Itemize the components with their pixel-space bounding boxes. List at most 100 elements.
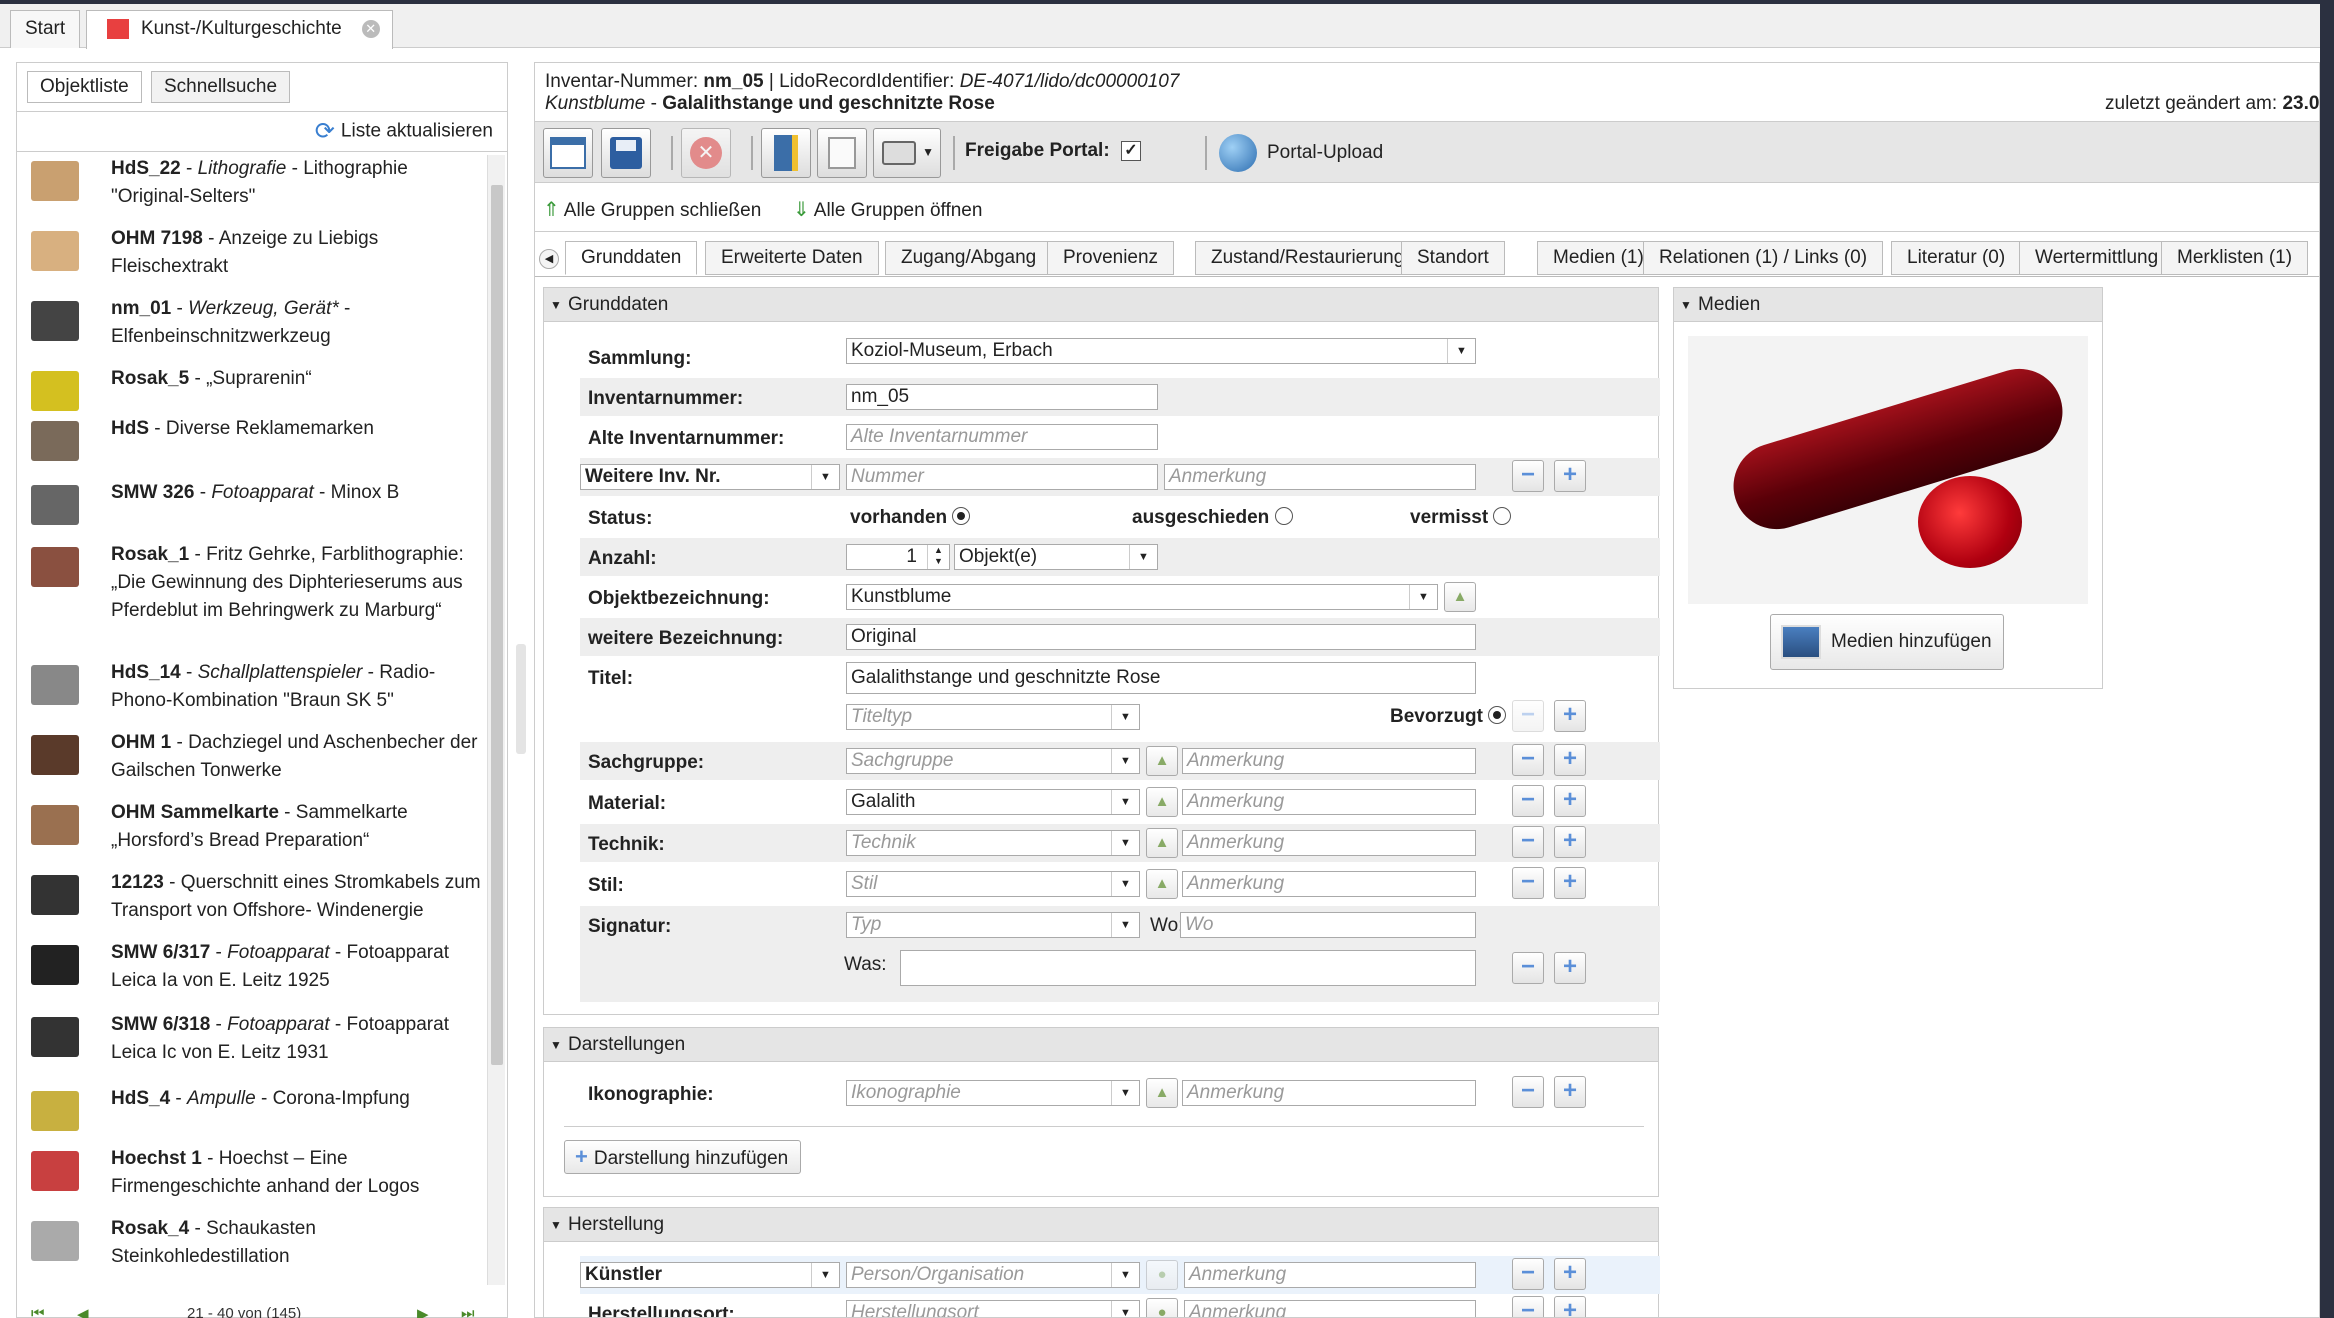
status-vorhanden-radio[interactable] xyxy=(952,506,971,525)
last-page-icon[interactable]: ⏭ xyxy=(461,1305,475,1318)
add-row-button[interactable]: + xyxy=(1554,826,1586,858)
material-anmerkung-input[interactable]: Anmerkung xyxy=(1182,789,1476,815)
person-select[interactable]: Person/Organisation ▼ xyxy=(846,1262,1140,1288)
add-row-button[interactable]: + xyxy=(1554,952,1586,984)
print-button[interactable]: ▼ xyxy=(873,128,941,178)
content-tab[interactable]: Wertermittlung xyxy=(2019,241,2175,275)
open-all-groups-button[interactable]: ⇓ Alle Gruppen öffnen xyxy=(793,197,982,222)
thesaurus-icon[interactable]: ▲ xyxy=(1444,582,1476,612)
next-page-icon[interactable]: ▶ xyxy=(417,1305,429,1318)
status-ausgeschieden-radio[interactable] xyxy=(1274,506,1293,525)
grunddaten-header[interactable]: Grunddaten xyxy=(544,288,1658,322)
delete-button[interactable]: ✕ xyxy=(681,128,731,178)
save-button[interactable] xyxy=(601,128,651,178)
inventarnummer-input[interactable]: nm_05 xyxy=(846,384,1158,410)
status-vorhanden[interactable]: vorhanden xyxy=(850,506,971,529)
titel-input[interactable]: Galalithstange und geschnitzte Rose xyxy=(846,662,1476,694)
add-row-button[interactable]: + xyxy=(1554,1258,1586,1290)
media-thumbnail[interactable] xyxy=(1688,336,2088,604)
content-tab[interactable]: Erweiterte Daten xyxy=(705,241,879,275)
sachgruppe-select[interactable]: Sachgruppe ▼ xyxy=(846,748,1140,774)
refresh-list-button[interactable]: ⟳ Liste aktualisieren xyxy=(315,117,493,146)
content-tab[interactable]: Zustand/Restaurierung xyxy=(1195,241,1421,275)
copy-button[interactable] xyxy=(817,128,867,178)
alte-inv-input[interactable]: Alte Inventarnummer xyxy=(846,424,1158,450)
thesaurus-icon[interactable]: ▲ xyxy=(1146,746,1178,776)
content-tab[interactable]: Merklisten (1) xyxy=(2161,241,2309,275)
technik-select[interactable]: Technik ▼ xyxy=(846,830,1140,856)
remove-row-button[interactable]: − xyxy=(1512,1076,1544,1108)
add-row-button[interactable]: + xyxy=(1554,460,1586,492)
stepper-arrows-icon[interactable]: ▲ ▼ xyxy=(927,545,949,569)
weitere-inv-select[interactable]: Weitere Inv. Nr. ▼ xyxy=(580,464,840,490)
portal-upload-button[interactable]: Portal-Upload xyxy=(1219,130,1383,176)
remove-row-button[interactable]: − xyxy=(1512,460,1544,492)
titeltyp-select[interactable]: Titeltyp ▼ xyxy=(846,704,1140,730)
new-record-button[interactable] xyxy=(543,128,593,178)
prev-page-icon[interactable]: ◀ xyxy=(77,1305,89,1318)
close-all-groups-button[interactable]: ⇑ Alle Gruppen schließen xyxy=(543,197,761,222)
herstellung-header[interactable]: Herstellung xyxy=(544,1208,1658,1242)
add-row-button[interactable]: + xyxy=(1554,744,1586,776)
tab-start[interactable]: Start xyxy=(10,10,81,48)
content-tab[interactable]: Medien (1) xyxy=(1537,241,1660,275)
stil-anmerkung-input[interactable]: Anmerkung xyxy=(1182,871,1476,897)
remove-row-button[interactable]: − xyxy=(1512,1258,1544,1290)
first-page-icon[interactable]: ⏮ xyxy=(31,1305,45,1318)
remove-row-button[interactable]: − xyxy=(1512,952,1544,984)
add-row-button[interactable]: + xyxy=(1554,785,1586,817)
content-tab[interactable]: Grunddaten xyxy=(565,241,698,275)
objbez-select[interactable]: Kunstblume ▼ xyxy=(846,584,1438,610)
tab-objektliste[interactable]: Objektliste xyxy=(27,71,142,103)
thesaurus-icon[interactable]: ▲ xyxy=(1146,869,1178,899)
ikonographie-select[interactable]: Ikonographie ▼ xyxy=(846,1080,1140,1106)
thesaurus-icon[interactable]: ▲ xyxy=(1146,1078,1178,1108)
technik-anmerkung-input[interactable]: Anmerkung xyxy=(1182,830,1476,856)
add-media-button[interactable]: Medien hinzufügen xyxy=(1770,614,2004,670)
tab-scroll-left-icon[interactable]: ◀ xyxy=(539,249,559,269)
globe-icon[interactable]: ● xyxy=(1146,1298,1178,1317)
bevorzugt-radio[interactable] xyxy=(1488,705,1507,724)
ikonographie-anmerkung-input[interactable]: Anmerkung xyxy=(1182,1080,1476,1106)
person-icon[interactable]: ● xyxy=(1146,1260,1178,1290)
kuenstler-select[interactable]: Künstler ▼ xyxy=(580,1262,840,1288)
stil-select[interactable]: Stil ▼ xyxy=(846,871,1140,897)
thesaurus-icon[interactable]: ▲ xyxy=(1146,787,1178,817)
tab-kunst[interactable]: Kunst-/Kulturgeschichte ✕ xyxy=(86,10,393,49)
medien-header[interactable]: Medien xyxy=(1674,288,2102,322)
was-input[interactable] xyxy=(900,950,1476,986)
wo-input[interactable]: Wo xyxy=(1180,912,1476,938)
material-select[interactable]: Galalith ▼ xyxy=(846,789,1140,815)
remove-row-button[interactable]: − xyxy=(1512,826,1544,858)
kuenstler-anmerkung-input[interactable]: Anmerkung xyxy=(1184,1262,1476,1288)
anzahl-unit-select[interactable]: Objekt(e) ▼ xyxy=(954,544,1158,570)
list-scrollbar[interactable] xyxy=(487,155,505,1285)
scrollbar-thumb[interactable] xyxy=(491,185,503,1065)
remove-row-button[interactable]: − xyxy=(1512,785,1544,817)
tab-schnellsuche[interactable]: Schnellsuche xyxy=(151,71,291,103)
remove-row-button[interactable]: − xyxy=(1512,1296,1544,1317)
bevorzugt[interactable]: Bevorzugt xyxy=(1390,705,1507,728)
bookmark-button[interactable] xyxy=(761,128,811,178)
add-darstellung-button[interactable]: + Darstellung hinzufügen xyxy=(564,1140,802,1174)
add-row-button[interactable]: + xyxy=(1554,1076,1586,1108)
sachgruppe-anmerkung-input[interactable]: Anmerkung xyxy=(1182,748,1476,774)
anzahl-stepper[interactable]: 1 ▲ ▼ xyxy=(846,544,950,570)
content-tab[interactable]: Zugang/Abgang xyxy=(885,241,1053,275)
add-row-button[interactable]: + xyxy=(1554,1296,1586,1317)
content-tab[interactable]: Standort xyxy=(1401,241,1505,275)
status-vermisst[interactable]: vermisst xyxy=(1410,506,1512,529)
herstellungsort-select[interactable]: Herstellungsort ▼ xyxy=(846,1300,1140,1317)
herstellungsort-anmerkung-input[interactable]: Anmerkung xyxy=(1184,1300,1476,1317)
content-tab[interactable]: Provenienz xyxy=(1047,241,1175,275)
anmerkung-input[interactable]: Anmerkung xyxy=(1164,464,1476,490)
content-tab[interactable]: Literatur (0) xyxy=(1891,241,2022,275)
add-row-button[interactable]: + xyxy=(1554,867,1586,899)
status-ausgeschieden[interactable]: ausgeschieden xyxy=(1132,506,1293,529)
thesaurus-icon[interactable]: ▲ xyxy=(1146,828,1178,858)
add-row-button[interactable]: + xyxy=(1554,700,1586,732)
remove-row-button[interactable]: − xyxy=(1512,700,1544,732)
weitere-bez-input[interactable]: Original xyxy=(846,624,1476,650)
sammlung-select[interactable]: Koziol-Museum, Erbach ▼ xyxy=(846,338,1476,364)
close-tab-icon[interactable]: ✕ xyxy=(361,20,380,38)
